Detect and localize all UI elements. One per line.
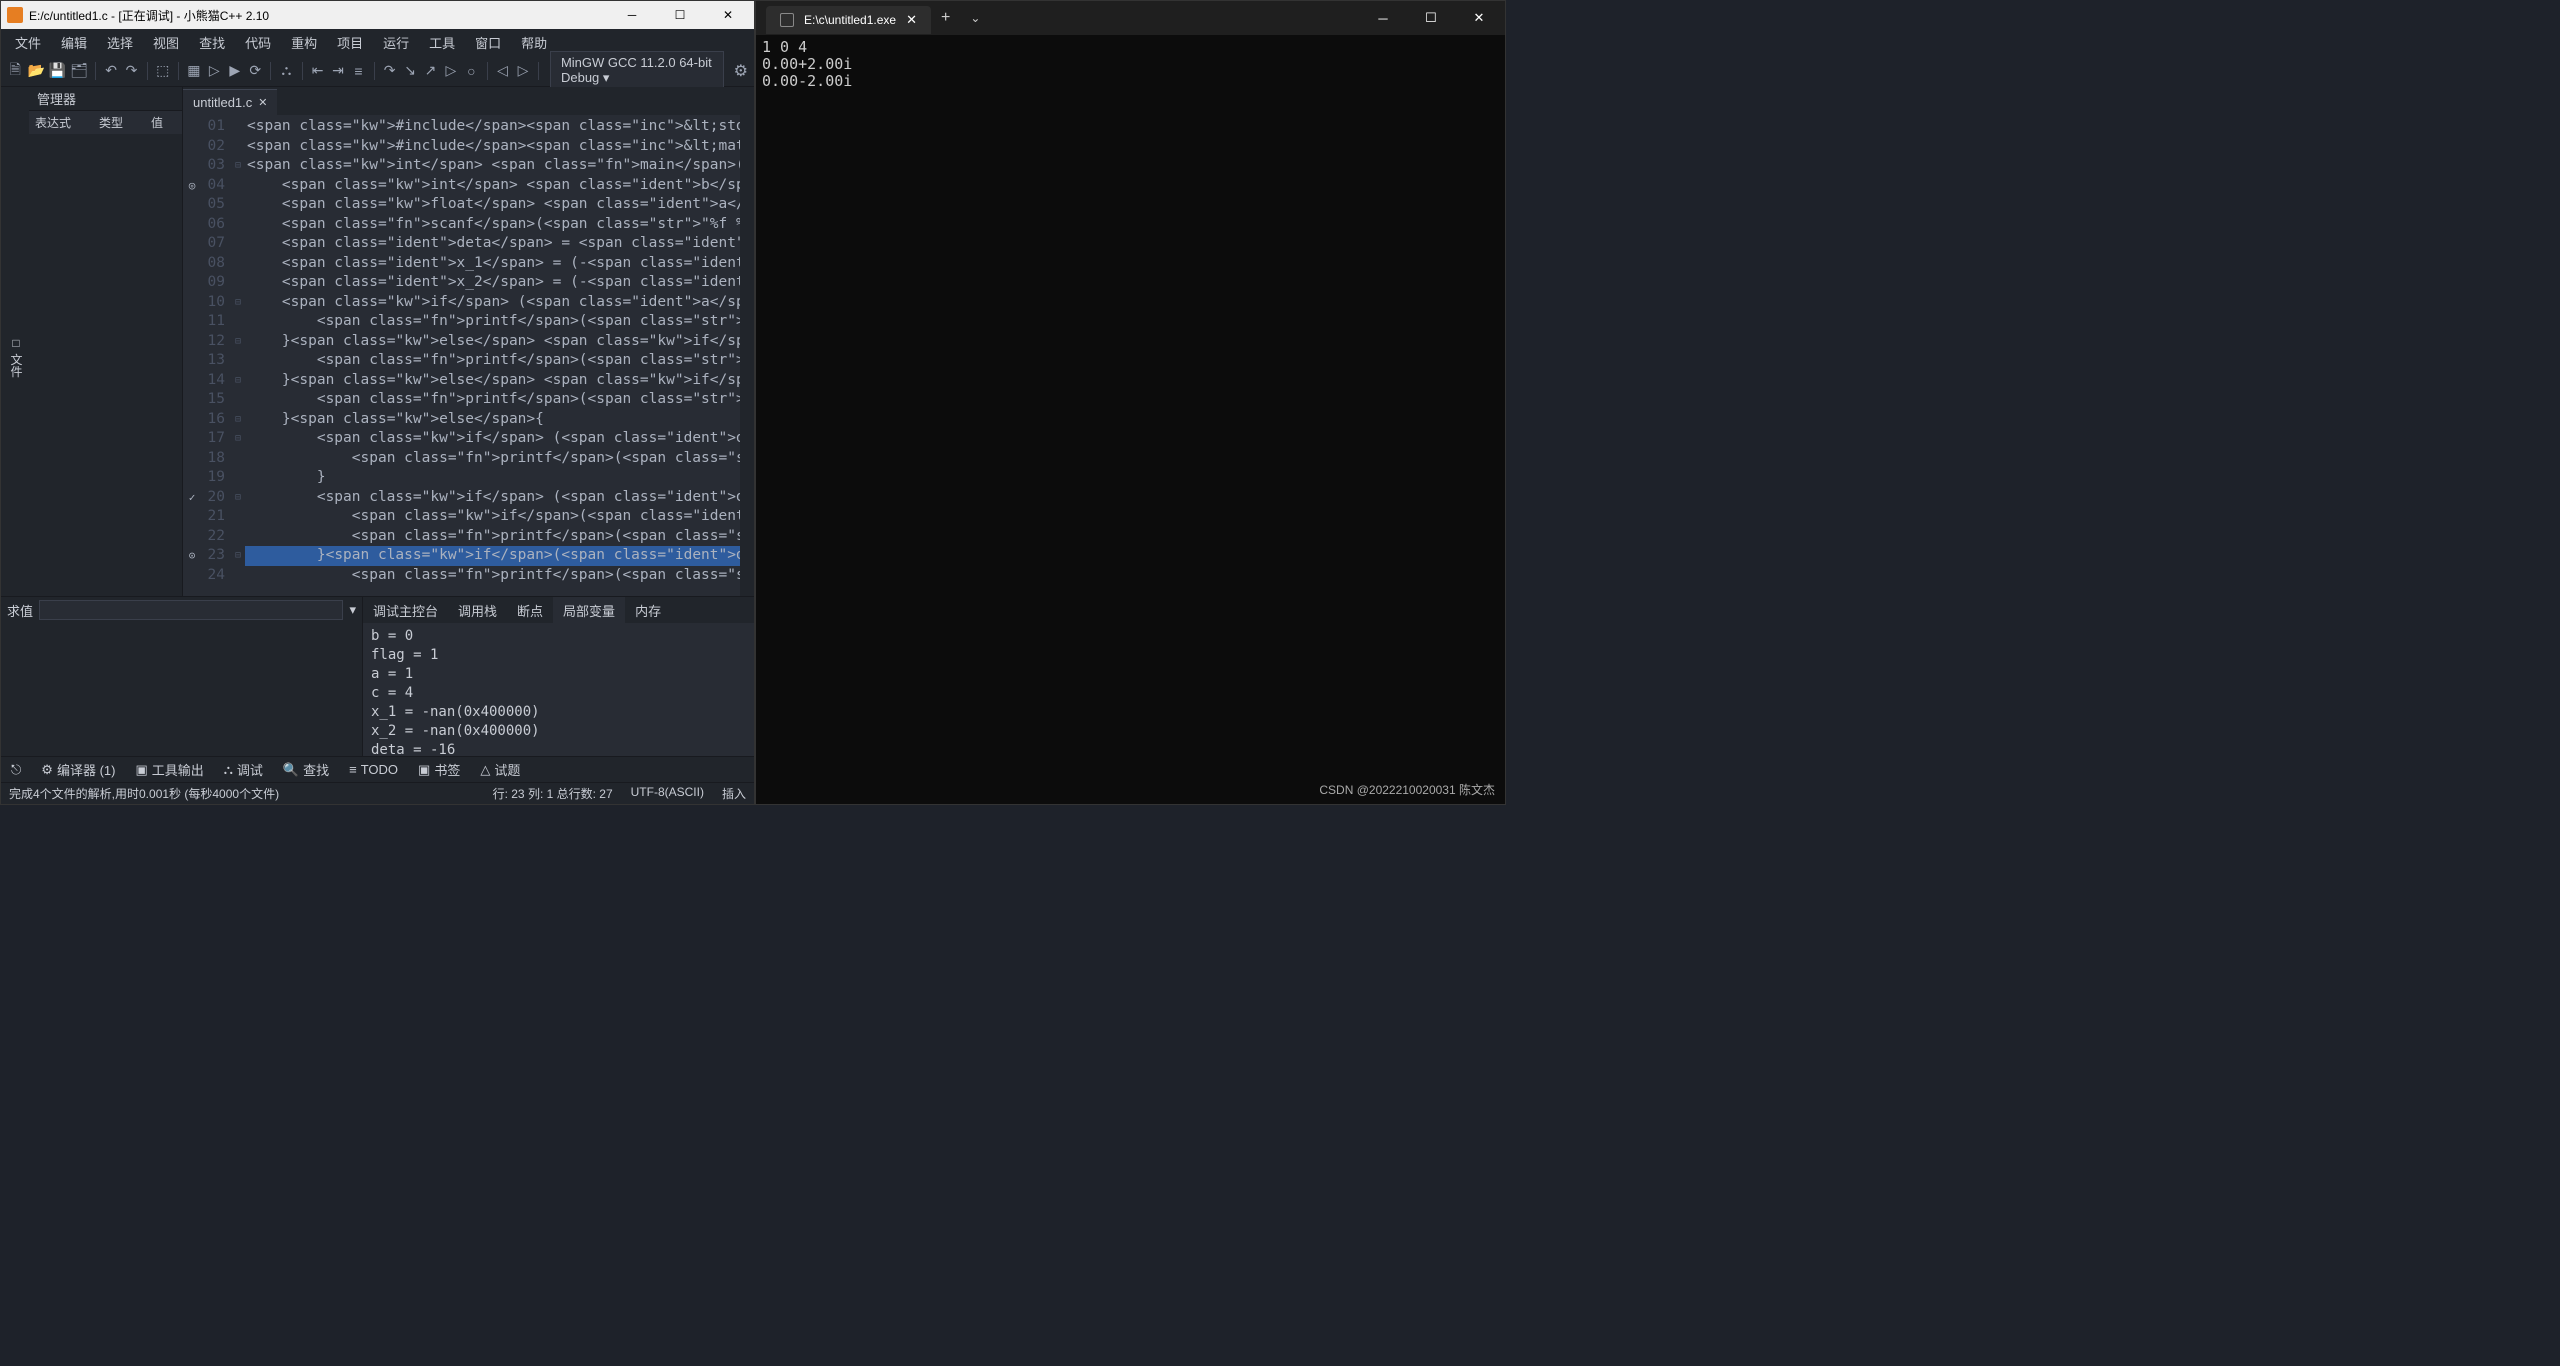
debug-icon[interactable]: ⛬ — [278, 60, 294, 82]
bottom-panels: 求值 ▾ 调试主控台 调用栈 断点 局部变量 内存 b = 0flag = 1a… — [1, 596, 754, 756]
menu-run[interactable]: 运行 — [373, 30, 419, 55]
minimize-button[interactable]: ─ — [612, 3, 652, 27]
menu-window[interactable]: 窗口 — [465, 30, 511, 55]
menu-code[interactable]: 代码 — [235, 30, 281, 55]
maximize-button[interactable]: ☐ — [660, 3, 700, 27]
stepin-icon[interactable]: ↘ — [402, 60, 418, 82]
terminal-output[interactable]: 1 0 4 0.00+2.00i 0.00-2.00i — [756, 35, 1505, 804]
open-icon[interactable]: 📂 — [27, 60, 44, 82]
eval-label: 求值 — [7, 601, 33, 620]
terminal-dropdown-icon[interactable]: ⌄ — [970, 11, 980, 25]
ide-window: E:/c/untitled1.c - [正在调试] - 小熊猫C++ 2.10 … — [0, 0, 755, 805]
terminal-tab-close-icon[interactable]: ✕ — [906, 12, 917, 28]
new-file-icon[interactable]: 🗎 — [7, 60, 23, 82]
btab-debug[interactable]: ⛬调试 — [214, 756, 273, 783]
col-type: 类型 — [99, 114, 123, 131]
terminal-close-button[interactable]: ✕ — [1457, 3, 1501, 33]
tab-bar: untitled1.c ✕ — [183, 87, 754, 115]
menu-refactor[interactable]: 重构 — [281, 30, 327, 55]
btab-problems[interactable]: △试题 — [470, 756, 530, 783]
debug-tab-locals[interactable]: 局部变量 — [553, 597, 625, 624]
file-tab[interactable]: untitled1.c ✕ — [183, 89, 277, 115]
toolbar: 🗎 📂 💾 🗂 ↶ ↷ ⬚ ▦ ▷ ▶ ⟳ ⛬ ⇤ ⇥ ≡ ↷ ↘ ↗ ▷ ○ … — [1, 55, 754, 87]
stop-icon[interactable]: ○ — [463, 60, 479, 82]
menu-select[interactable]: 选择 — [97, 30, 143, 55]
terminal-maximize-button[interactable]: ☐ — [1409, 3, 1453, 33]
status-message: 完成4个文件的解析,用时0.001秒 (每秒4000个文件) — [9, 785, 279, 802]
locals-content: b = 0flag = 1a = 1c = 4x_1 = -nan(0x4000… — [363, 623, 754, 756]
redo-icon[interactable]: ↷ — [123, 60, 139, 82]
stepover-icon[interactable]: ↷ — [381, 60, 397, 82]
btab-todo[interactable]: ≡TODO — [339, 758, 408, 781]
undo-icon[interactable]: ↶ — [103, 60, 119, 82]
window-title: E:/c/untitled1.c - [正在调试] - 小熊猫C++ 2.10 — [29, 7, 269, 24]
stepout-icon[interactable]: ↗ — [422, 60, 438, 82]
buildrun-icon[interactable]: ▶ — [227, 60, 243, 82]
terminal-tab[interactable]: E:\c\untitled1.exe ✕ — [766, 6, 931, 34]
btab-bookmark[interactable]: ▣书签 — [408, 756, 470, 783]
terminal-new-tab-icon[interactable]: + — [931, 5, 960, 31]
col-expr: 表达式 — [35, 114, 71, 131]
status-mode: 插入 — [722, 785, 746, 802]
btab-compiler[interactable]: ⚙编译器 (1) — [31, 756, 125, 783]
menu-find[interactable]: 查找 — [189, 30, 235, 55]
tab-close-icon[interactable]: ✕ — [258, 96, 267, 109]
status-position: 行: 23 列: 1 总行数: 27 — [493, 785, 613, 802]
eval-input[interactable] — [39, 600, 343, 620]
status-encoding: UTF-8(ASCII) — [631, 785, 704, 802]
btab-tooloutput[interactable]: ▣工具输出 — [125, 756, 213, 783]
side-left-icon[interactable]: ⎋ — [1, 758, 31, 782]
save-icon[interactable]: 💾 — [49, 60, 66, 82]
menu-file[interactable]: 文件 — [5, 30, 51, 55]
side-tab-file[interactable]: □ 文件 — [4, 328, 29, 385]
debug-tab-memory[interactable]: 内存 — [625, 597, 671, 624]
continue-icon[interactable]: ▷ — [443, 60, 459, 82]
debug-tab-breakpoints[interactable]: 断点 — [507, 597, 553, 624]
compile-icon[interactable]: ⬚ — [154, 60, 170, 82]
menu-tools[interactable]: 工具 — [419, 30, 465, 55]
menu-project[interactable]: 项目 — [327, 30, 373, 55]
compiler-select[interactable]: MinGW GCC 11.2.0 64-bit Debug ▾ — [550, 51, 724, 90]
rebuild-icon[interactable]: ⟳ — [247, 60, 263, 82]
watermark: CSDN @2022210020031 陈文杰 — [1319, 781, 1495, 798]
terminal-tab-icon — [780, 13, 794, 27]
back-icon[interactable]: ◁ — [494, 60, 510, 82]
run-icon[interactable]: ▷ — [206, 60, 222, 82]
manager-columns: 表达式 类型 值 — [29, 111, 182, 134]
gear-icon[interactable]: ⚙ — [734, 61, 748, 81]
menu-view[interactable]: 视图 — [143, 30, 189, 55]
close-button[interactable]: ✕ — [708, 3, 748, 27]
saveall-icon[interactable]: 🗂 — [70, 60, 88, 82]
terminal-tab-title: E:\c\untitled1.exe — [804, 13, 896, 27]
titlebar: E:/c/untitled1.c - [正在调试] - 小熊猫C++ 2.10 … — [1, 1, 754, 29]
manager-panel: 管理器 表达式 类型 值 — [29, 87, 183, 596]
editor-scrollbar[interactable] — [740, 115, 754, 596]
outdent-icon[interactable]: ⇥ — [330, 60, 346, 82]
statusbar: 完成4个文件的解析,用时0.001秒 (每秒4000个文件) 行: 23 列: … — [1, 782, 754, 804]
build-icon[interactable]: ▦ — [186, 60, 202, 82]
eval-dropdown-icon[interactable]: ▾ — [349, 602, 356, 618]
terminal-titlebar: E:\c\untitled1.exe ✕ + ⌄ ─ ☐ ✕ — [756, 1, 1505, 35]
col-value: 值 — [151, 114, 163, 131]
debug-tab-callstack[interactable]: 调用栈 — [448, 597, 507, 624]
code-editor[interactable]: ◎✓⊙ 010203040506070809101112131415161718… — [183, 115, 754, 596]
debug-tabs: 调试主控台 调用栈 断点 局部变量 内存 — [363, 597, 754, 623]
debug-panel: 调试主控台 调用栈 断点 局部变量 内存 b = 0flag = 1a = 1c… — [363, 597, 754, 756]
menu-edit[interactable]: 编辑 — [51, 30, 97, 55]
debug-tab-console[interactable]: 调试主控台 — [363, 597, 448, 624]
sidebar-tabs: □ 文件 ▣ 项目 👁 监视 ⊞ 结构 △ 试题集 — [1, 87, 29, 596]
terminal-window: E:\c\untitled1.exe ✕ + ⌄ ─ ☐ ✕ 1 0 4 0.0… — [755, 0, 1506, 805]
eval-panel: 求值 ▾ — [1, 597, 363, 756]
indent-icon[interactable]: ⇤ — [309, 60, 325, 82]
btab-find[interactable]: 🔍查找 — [273, 756, 339, 783]
format-icon[interactable]: ≡ — [350, 60, 366, 82]
terminal-minimize-button[interactable]: ─ — [1361, 3, 1405, 33]
editor-area: untitled1.c ✕ ◎✓⊙ 0102030405060708091011… — [183, 87, 754, 596]
file-tab-label: untitled1.c — [193, 95, 252, 110]
forward-icon[interactable]: ▷ — [515, 60, 531, 82]
bottom-tabs: ⎋ ⚙编译器 (1) ▣工具输出 ⛬调试 🔍查找 ≡TODO ▣书签 △试题 — [1, 756, 754, 782]
app-icon — [7, 7, 23, 23]
manager-title: 管理器 — [29, 87, 182, 111]
